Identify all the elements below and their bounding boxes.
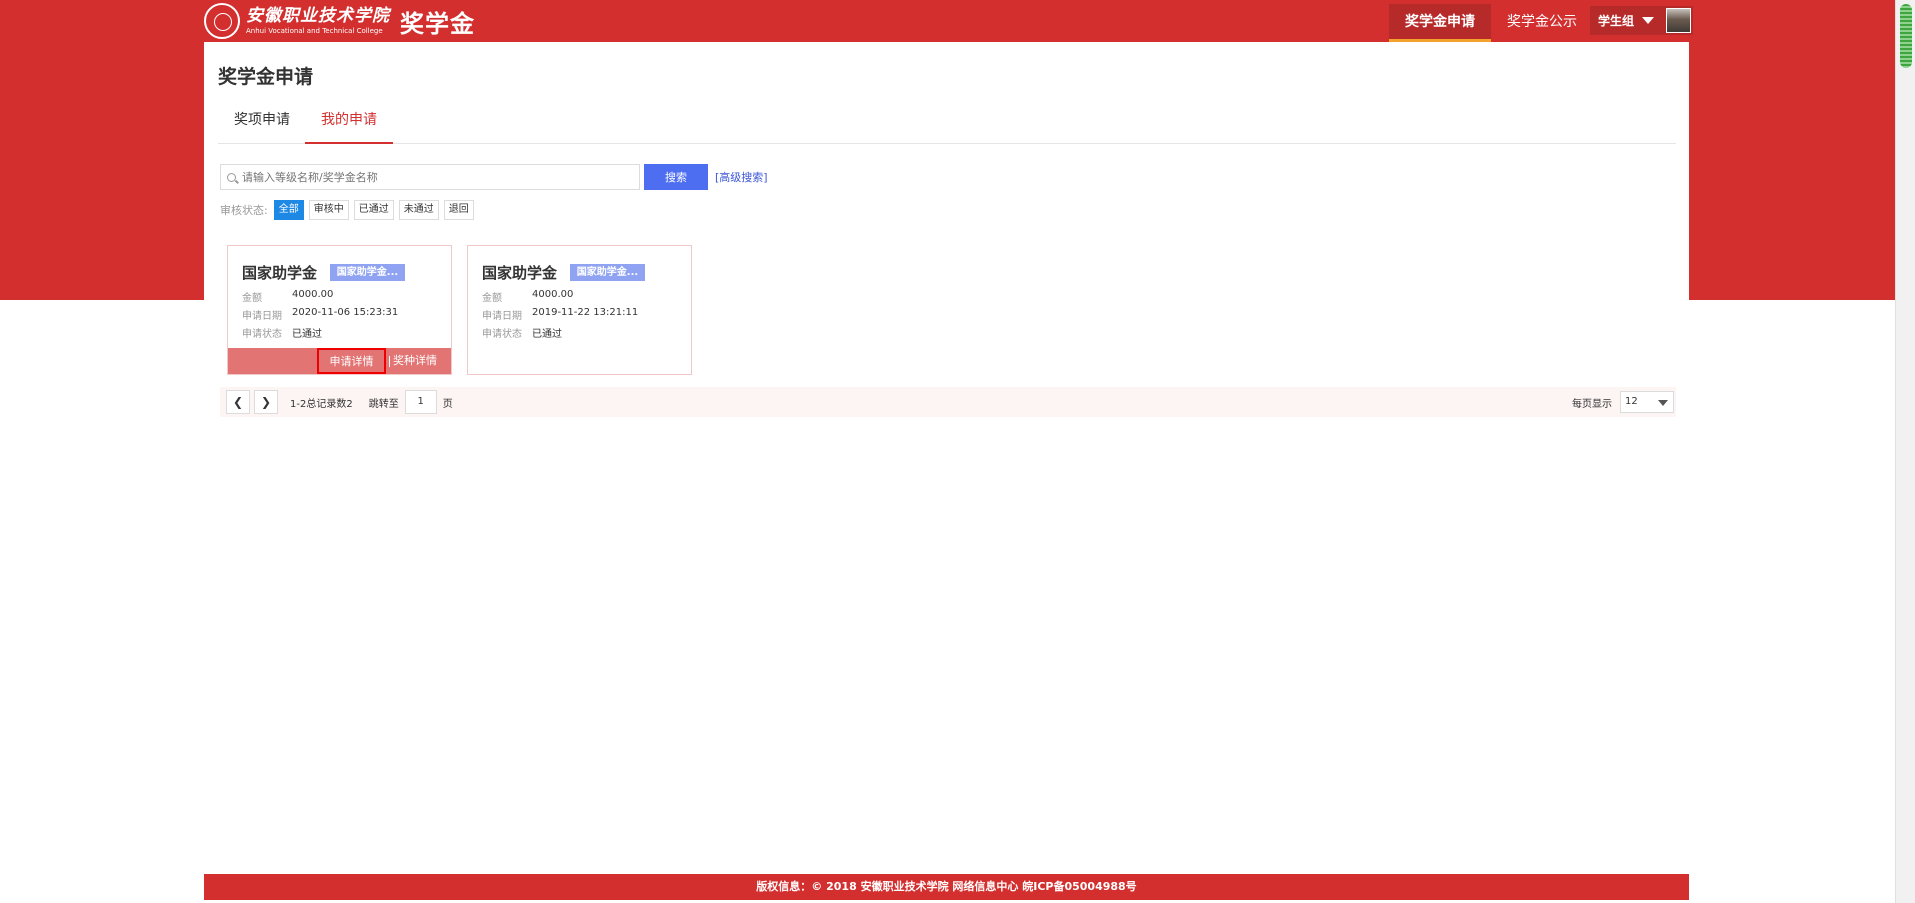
filter-reviewing[interactable]: 审核中 bbox=[308, 200, 349, 220]
page-title: 奖学金申请 bbox=[218, 66, 314, 88]
tab-bar: 奖项申请 我的申请 bbox=[218, 102, 1676, 144]
search-input[interactable] bbox=[242, 170, 632, 184]
card-status-row: 申请状态 已通过 bbox=[482, 325, 562, 340]
award-detail-button[interactable]: 奖种详情 bbox=[393, 348, 437, 374]
application-detail-button[interactable]: 申请详情 bbox=[317, 348, 386, 374]
search-box bbox=[220, 164, 640, 190]
application-card[interactable]: 国家助学金 国家助学金... 金额 4000.00 申请日期 2019-11-2… bbox=[467, 245, 692, 375]
system-name: 奖学金 bbox=[400, 9, 475, 38]
per-page-label: 每页显示 bbox=[1572, 398, 1612, 410]
per-page-value: 12 bbox=[1625, 396, 1638, 407]
school-logo[interactable]: 安徽职业技术学院 Anhui Vocational and Technical … bbox=[204, 2, 475, 40]
scrollbar[interactable] bbox=[1895, 0, 1915, 903]
card-date-row: 申请日期 2020-11-06 15:23:31 bbox=[242, 307, 399, 322]
school-seal-icon bbox=[204, 3, 240, 39]
jump-label: 跳转至 bbox=[368, 398, 399, 410]
top-navbar: 安徽职业技术学院 Anhui Vocational and Technical … bbox=[204, 0, 1693, 42]
card-date: 2020-11-06 15:23:31 bbox=[292, 307, 399, 318]
main-nav: 奖学金申请 奖学金公示 bbox=[1389, 4, 1593, 42]
chevron-right-icon[interactable]: ❯ bbox=[254, 390, 278, 414]
school-name-en: Anhui Vocational and Technical College bbox=[246, 27, 383, 35]
nav-scholarship-apply[interactable]: 奖学金申请 bbox=[1389, 4, 1491, 42]
avatar[interactable] bbox=[1666, 8, 1691, 33]
card-date-row: 申请日期 2019-11-22 13:21:11 bbox=[482, 307, 639, 322]
card-date: 2019-11-22 13:21:11 bbox=[532, 307, 639, 318]
card-status-row: 申请状态 已通过 bbox=[242, 325, 322, 340]
copyright-footer: 版权信息：© 2018 安徽职业技术学院 网络信息中心 皖ICP备0500498… bbox=[204, 874, 1689, 900]
user-role: 学生组 bbox=[1598, 14, 1635, 28]
page-number-input[interactable]: 1 bbox=[404, 390, 437, 414]
advanced-search-link[interactable]: [高级搜索] bbox=[715, 169, 768, 185]
chevron-down-icon[interactable] bbox=[1642, 17, 1655, 24]
search-icon bbox=[227, 172, 236, 182]
card-status: 已通过 bbox=[532, 329, 562, 340]
status-filter: 审核状态: 全部 审核中 已通过 未通过 退回 bbox=[220, 199, 479, 221]
page-unit: 页 bbox=[442, 398, 453, 410]
tab-award-apply[interactable]: 奖项申请 bbox=[218, 102, 306, 144]
filter-all[interactable]: 全部 bbox=[273, 200, 304, 220]
card-amount: 4000.00 bbox=[292, 289, 334, 300]
card-status: 已通过 bbox=[292, 329, 322, 340]
filter-returned[interactable]: 退回 bbox=[443, 200, 474, 220]
card-amount-row: 金额 4000.00 bbox=[242, 289, 334, 304]
content-panel: 奖学金申请 奖项申请 我的申请 搜索 [高级搜索] 审核状态: 全部 审核中 已… bbox=[204, 42, 1689, 874]
card-badge: 国家助学金... bbox=[570, 264, 645, 281]
tab-my-applications[interactable]: 我的申请 bbox=[305, 102, 393, 144]
user-menu[interactable]: 学生组 bbox=[1590, 6, 1693, 35]
filter-rejected[interactable]: 未通过 bbox=[398, 200, 439, 220]
card-title: 国家助学金 bbox=[242, 264, 318, 282]
card-actions: 申请详情 奖种详情 bbox=[228, 348, 451, 374]
filter-label: 审核状态: bbox=[220, 204, 268, 217]
school-name: 安徽职业技术学院 bbox=[246, 6, 390, 26]
pagination: ❮ ❯ 1-2总记录数2 跳转至 1 页 每页显示 12 bbox=[220, 387, 1676, 417]
chevron-left-icon[interactable]: ❮ bbox=[226, 390, 250, 414]
search-button[interactable]: 搜索 bbox=[644, 164, 708, 190]
card-amount-row: 金额 4000.00 bbox=[482, 289, 574, 304]
application-card[interactable]: 国家助学金 国家助学金... 金额 4000.00 申请日期 2020-11-0… bbox=[227, 245, 452, 375]
per-page-select[interactable]: 12 bbox=[1620, 391, 1674, 413]
record-count: 1-2总记录数2 bbox=[290, 398, 353, 410]
action-divider bbox=[389, 356, 390, 367]
card-title: 国家助学金 bbox=[482, 264, 558, 282]
nav-scholarship-publicity[interactable]: 奖学金公示 bbox=[1491, 4, 1593, 42]
card-amount: 4000.00 bbox=[532, 289, 574, 300]
card-badge: 国家助学金... bbox=[330, 264, 405, 281]
dropdown-arrow-icon bbox=[1658, 400, 1668, 406]
scrollbar-thumb[interactable] bbox=[1900, 4, 1912, 68]
filter-approved[interactable]: 已通过 bbox=[353, 200, 394, 220]
